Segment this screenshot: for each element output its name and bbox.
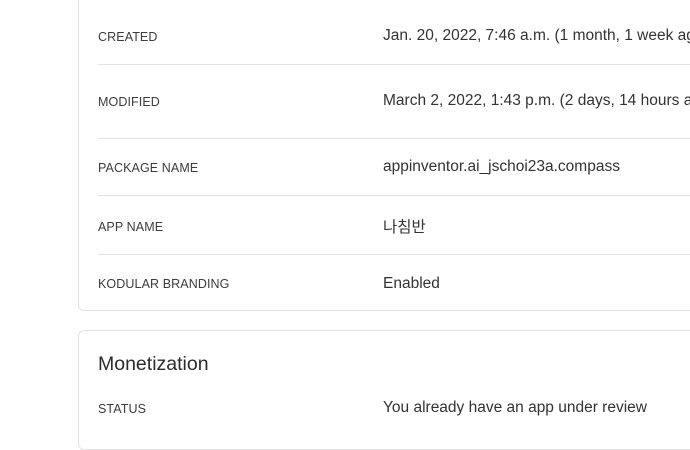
monetization-title: Monetization (98, 353, 209, 375)
created-value: Jan. 20, 2022, 7:46 a.m. (1 month, 1 wee… (383, 27, 690, 44)
app-details-card: CREATED Jan. 20, 2022, 7:46 a.m. (1 mont… (78, 0, 690, 311)
created-label: CREATED (98, 30, 158, 44)
package-name-row: PACKAGE NAME appinventor.ai_jschoi23a.co… (98, 139, 690, 196)
modified-row: MODIFIED March 2, 2022, 1:43 p.m. (2 day… (98, 65, 690, 139)
monetization-card: Monetization STATUS You already have an … (78, 330, 690, 450)
kodular-branding-value: Enabled (383, 275, 440, 292)
modified-value: March 2, 2022, 1:43 p.m. (2 days, 14 hou… (383, 92, 690, 109)
app-name-label: APP NAME (98, 220, 164, 234)
status-row: STATUS You already have an app under rev… (98, 393, 690, 423)
created-row: CREATED Jan. 20, 2022, 7:46 a.m. (1 mont… (98, 1, 690, 65)
app-name-row: APP NAME 나침반 (98, 196, 690, 255)
app-name-value: 나침반 (383, 219, 426, 236)
status-label: STATUS (98, 402, 147, 416)
package-name-value: appinventor.ai_jschoi23a.compass (383, 158, 620, 175)
kodular-branding-label: KODULAR BRANDING (98, 277, 230, 291)
status-value: You already have an app under review (383, 399, 647, 416)
kodular-branding-row: KODULAR BRANDING Enabled (98, 255, 690, 311)
modified-label: MODIFIED (98, 95, 160, 109)
package-name-label: PACKAGE NAME (98, 161, 199, 175)
